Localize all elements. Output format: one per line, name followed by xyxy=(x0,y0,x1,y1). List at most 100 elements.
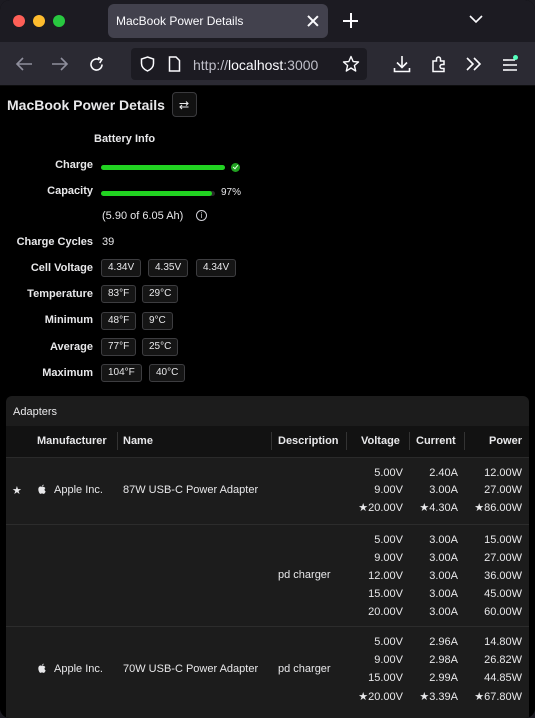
new-tab-icon[interactable] xyxy=(343,13,358,28)
charge-cycles-label: Charge Cycles xyxy=(16,236,93,248)
voltage-value: 5.00V xyxy=(374,636,403,648)
url-port: :3000 xyxy=(283,57,319,73)
power-value: 26.82W xyxy=(484,654,522,666)
current-value: ★3.39A xyxy=(419,691,458,703)
table-row[interactable]: ★ Apple Inc. 87W USB-C Power Adapter 5.0… xyxy=(6,458,529,525)
capacity-bar xyxy=(101,191,215,196)
voltage-value: 15.00V xyxy=(368,588,403,600)
capacity-percent: 97% xyxy=(221,187,242,198)
power-value: 15.00W xyxy=(484,534,522,546)
charge-cycles-value: 39 xyxy=(102,236,115,248)
swap-units-button[interactable] xyxy=(171,92,197,117)
url-bar[interactable]: http://localhost:3000 xyxy=(131,48,367,80)
minimize-window-button[interactable] xyxy=(33,15,45,27)
power-value: 44.85W xyxy=(484,672,522,684)
url-text[interactable]: http://localhost:3000 xyxy=(193,57,318,73)
adapter-description: pd charger xyxy=(278,569,331,581)
column-divider xyxy=(409,432,410,450)
capacity-detail: (5.90 of 6.05 Ah) xyxy=(102,210,184,222)
column-header-manufacturer[interactable]: Manufacturer xyxy=(37,435,107,447)
maximum-label: Maximum xyxy=(42,367,93,379)
maximum-f-chip: 104°F xyxy=(101,364,142,382)
column-header-name[interactable]: Name xyxy=(123,435,153,447)
power-value: 27.00W xyxy=(484,484,522,496)
adapter-manufacturer: Apple Inc. xyxy=(54,663,103,675)
voltage-value: ★20.00V xyxy=(358,691,403,703)
tab-active[interactable]: MacBook Power Details xyxy=(108,4,328,38)
cell-voltage-label: Cell Voltage xyxy=(30,262,93,274)
extensions-icon[interactable] xyxy=(429,54,449,74)
current-value: 3.00A xyxy=(429,552,458,564)
back-arrow-icon[interactable] xyxy=(14,54,34,74)
menu-hamburger-icon[interactable] xyxy=(500,54,520,74)
column-header-description[interactable]: Description xyxy=(278,435,339,447)
power-value: ★67.80W xyxy=(474,691,522,703)
table-row[interactable]: pd charger 5.00V 9.00V 12.00V 15.00V 20.… xyxy=(6,525,529,627)
power-value: 27.00W xyxy=(484,552,522,564)
current-value: 3.00A xyxy=(429,606,458,618)
power-value: ★86.00W xyxy=(474,502,522,514)
capacity-bar-fill xyxy=(101,191,212,196)
minimum-label: Minimum xyxy=(44,314,93,326)
maximize-window-button[interactable] xyxy=(53,15,65,27)
column-header-power[interactable]: Power xyxy=(489,435,522,447)
charge-bar xyxy=(101,165,225,170)
power-value: 12.00W xyxy=(484,467,522,479)
bookmark-star-icon[interactable] xyxy=(341,54,361,74)
cell-voltage-chip: 4.34V xyxy=(196,259,237,277)
apple-logo-icon xyxy=(38,663,46,673)
page-icon[interactable] xyxy=(168,56,181,72)
temperature-f-chip: 83°F xyxy=(101,285,137,303)
overflow-chevrons-icon[interactable] xyxy=(464,54,484,74)
minimum-c-chip: 9°C xyxy=(142,312,173,330)
page-header: MacBook Power Details xyxy=(7,92,197,117)
info-icon[interactable]: i xyxy=(196,210,207,221)
close-window-button[interactable] xyxy=(13,15,25,27)
voltage-value: 5.00V xyxy=(374,467,403,479)
tab-list-chevron-icon[interactable] xyxy=(469,14,483,24)
url-host: localhost xyxy=(228,57,284,73)
current-value: 3.00A xyxy=(429,570,458,582)
column-header-current[interactable]: Current xyxy=(416,435,456,447)
column-divider xyxy=(464,432,465,450)
column-divider xyxy=(346,432,347,450)
temperature-c-chip: 29°C xyxy=(142,285,179,303)
reload-icon[interactable] xyxy=(86,54,106,74)
minimum-f-chip: 48°F xyxy=(101,312,137,330)
downloads-icon[interactable] xyxy=(392,54,412,74)
browser-window: MacBook Power Details http://localhost:3… xyxy=(0,0,535,718)
average-c-chip: 25°C xyxy=(142,338,179,356)
swap-arrows-icon xyxy=(179,100,190,109)
temperature-label: Temperature xyxy=(27,288,93,300)
column-divider xyxy=(271,432,272,450)
voltage-value: 9.00V xyxy=(374,552,403,564)
apple-logo-icon xyxy=(38,484,46,494)
current-value: 2.40A xyxy=(429,467,458,479)
voltage-value: 5.00V xyxy=(374,534,403,546)
tab-close-icon[interactable] xyxy=(306,14,320,28)
url-scheme: http:// xyxy=(193,57,229,73)
current-value: 3.00A xyxy=(429,534,458,546)
current-value: 2.99A xyxy=(429,672,458,684)
page-content: MacBook Power Details Battery Info Charg… xyxy=(0,86,535,718)
adapter-manufacturer: Apple Inc. xyxy=(54,484,103,496)
average-label: Average xyxy=(49,341,93,353)
table-row[interactable]: Apple Inc. 70W USB-C Power Adapter pd ch… xyxy=(6,627,529,718)
power-value: 36.00W xyxy=(484,570,522,582)
adapter-name: 87W USB-C Power Adapter xyxy=(123,484,259,496)
current-value: 2.98A xyxy=(429,654,458,666)
forward-arrow-icon[interactable] xyxy=(50,54,70,74)
tab-strip: MacBook Power Details xyxy=(0,0,535,42)
page-title: MacBook Power Details xyxy=(7,96,165,113)
adapters-table-header: Manufacturer Name Description Voltage Cu… xyxy=(6,426,529,458)
adapters-panel: Adapters Manufacturer Name Description V… xyxy=(6,396,529,718)
voltage-value: 9.00V xyxy=(374,654,403,666)
voltage-value: 15.00V xyxy=(368,672,403,684)
capacity-label: Capacity xyxy=(47,185,93,197)
current-value: 3.00A xyxy=(429,588,458,600)
charge-label: Charge xyxy=(55,159,93,171)
shield-icon[interactable] xyxy=(140,56,155,72)
voltage-value: 20.00V xyxy=(368,606,403,618)
column-header-voltage[interactable]: Voltage xyxy=(361,435,400,447)
active-adapter-star-icon: ★ xyxy=(12,484,22,497)
